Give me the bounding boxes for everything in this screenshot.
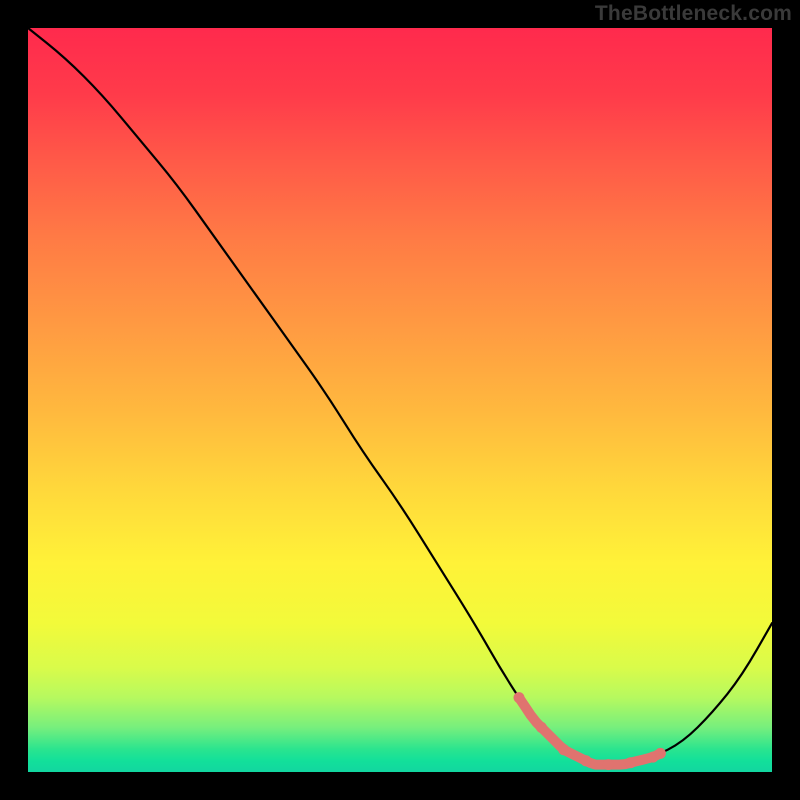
optimal-dot	[655, 748, 666, 759]
chart-frame: TheBottleneck.com	[0, 0, 800, 800]
optimal-dot	[558, 744, 569, 755]
watermark-text: TheBottleneck.com	[595, 2, 792, 26]
optimal-dot	[603, 759, 614, 770]
curve-svg	[28, 28, 772, 772]
optimal-dot	[625, 757, 636, 768]
optimal-dot	[581, 755, 592, 766]
optimal-dot	[536, 722, 547, 733]
optimal-dot	[514, 692, 525, 703]
plot-area	[28, 28, 772, 772]
bottleneck-curve	[28, 28, 772, 765]
